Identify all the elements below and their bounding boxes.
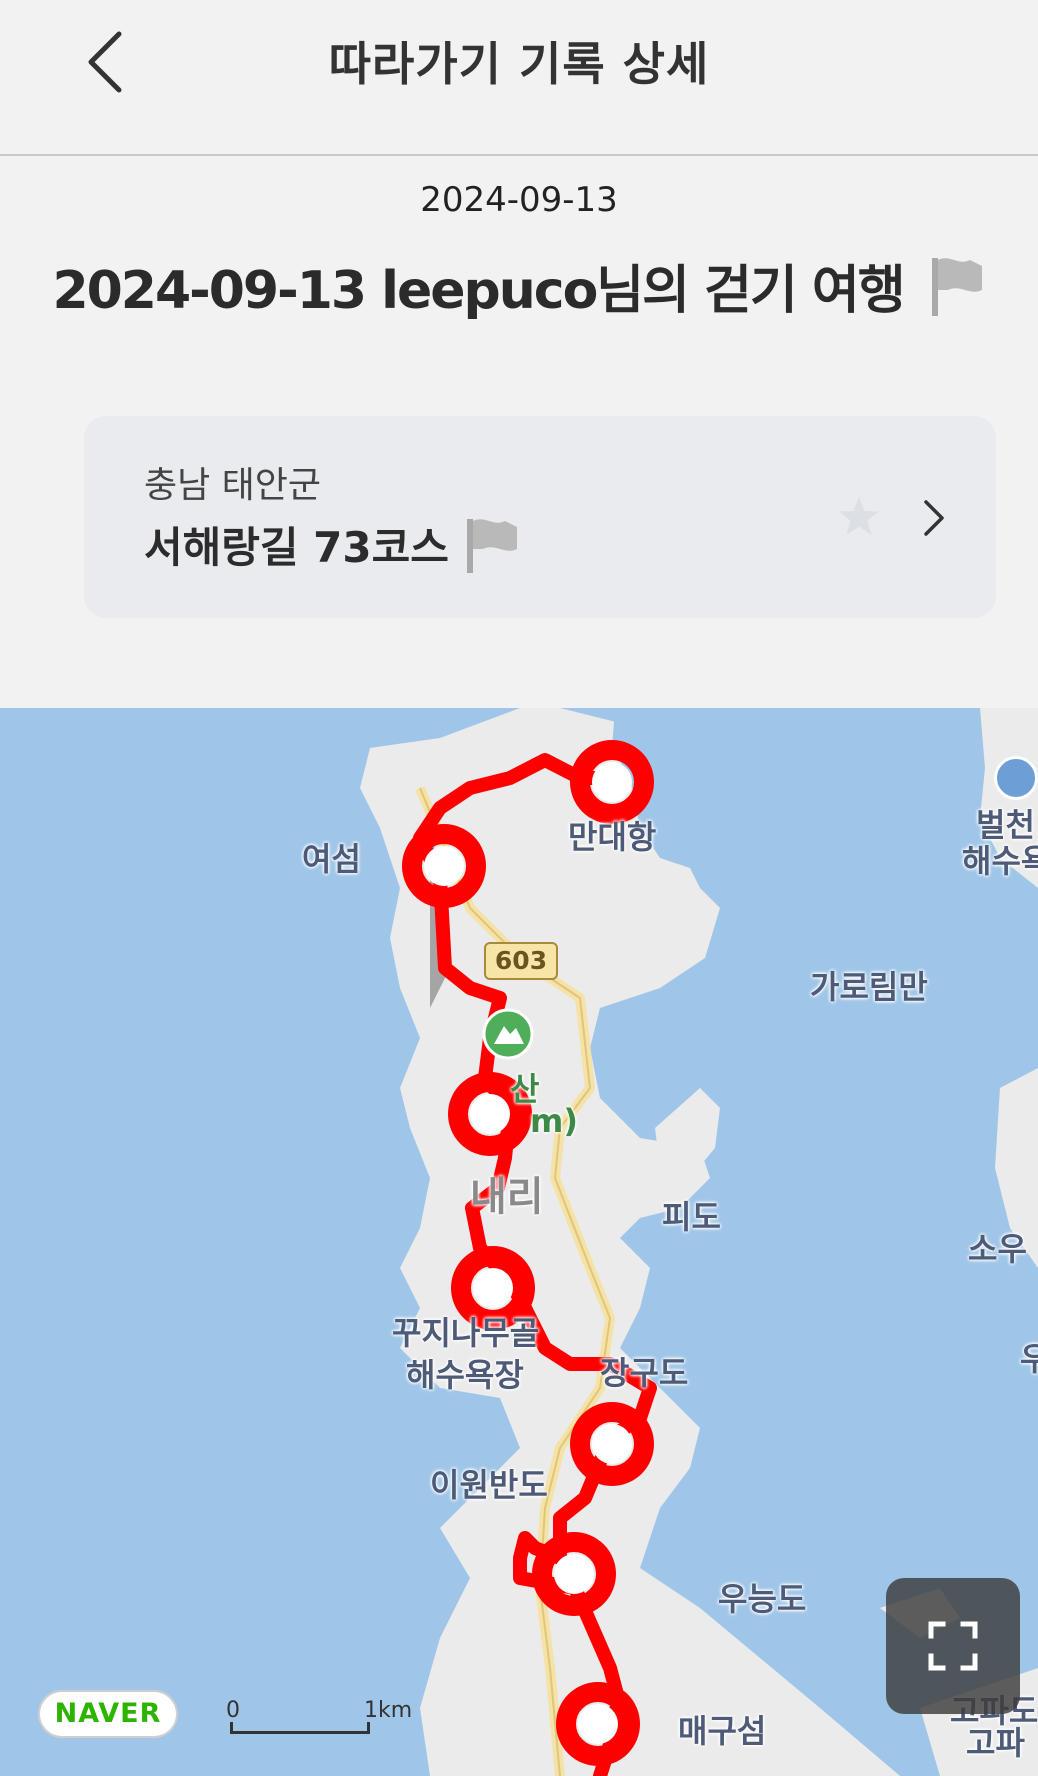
map-label-iwonbando: 이원반도	[430, 1466, 548, 1504]
beach-icon	[994, 756, 1038, 800]
app-root: 따라가기 기록 상세 2024-09-13 2024-09-13 leepuco…	[0, 0, 1038, 1776]
map-label-uneungdo: 우능도	[718, 1580, 807, 1618]
road-number-badge: 603	[484, 942, 558, 980]
record-title-row: 2024-09-13 leepuco님의 걷기 여행	[0, 248, 1038, 323]
course-name-row: 서해랑길 73코스	[144, 514, 521, 575]
top-bar: 따라가기 기록 상세	[0, 0, 1038, 156]
record-date: 2024-09-13	[420, 180, 618, 220]
course-card[interactable]: 충남 태안군 서해랑길 73코스	[84, 416, 996, 618]
map-base	[360, 708, 1038, 1776]
map-label-kkujinamu-beach: 해수욕장	[406, 1356, 524, 1394]
map-label-mallipo: 만대항	[568, 818, 657, 856]
scale-line	[230, 1722, 370, 1734]
map-label-gopado-2: 고파	[966, 1724, 1025, 1762]
fullscreen-button[interactable]	[886, 1578, 1020, 1714]
star-icon[interactable]	[836, 494, 882, 540]
record-title: 2024-09-13 leepuco님의 걷기 여행	[52, 261, 905, 321]
scale-zero-label: 0	[226, 1698, 240, 1723]
flag-icon	[931, 257, 982, 316]
fullscreen-icon	[928, 1621, 978, 1671]
naver-logo[interactable]: NAVER	[38, 1690, 178, 1738]
map-label-kkujinamu: 꾸지나무골	[392, 1314, 540, 1352]
page-title: 따라가기 기록 상세	[328, 37, 710, 91]
map-label-maeguseom: 매구섬	[678, 1712, 767, 1750]
chevron-right-icon	[924, 500, 944, 536]
map-label-janggudo: 장구도	[600, 1354, 689, 1392]
map-label-garorim: 가로림만	[810, 968, 928, 1006]
flag-icon	[466, 518, 517, 573]
map-label-pido: 피도	[662, 1198, 721, 1236]
scale-unit-label: 1km	[364, 1698, 413, 1723]
map-label-beolcheon-beach: 해수욕	[962, 842, 1038, 880]
map-label-naeri: 내리	[470, 1174, 544, 1220]
course-name: 서해랑길 73코스	[144, 523, 449, 572]
map-label-yeoseom: 여섬	[302, 840, 361, 878]
map-label-mountain-height: m)	[530, 1102, 578, 1140]
map-label-sou: 소우	[968, 1230, 1027, 1268]
map-scale-bar: 0 1km	[226, 1698, 412, 1738]
course-region: 충남 태안군	[144, 465, 322, 506]
route-map[interactable]: 여섬 만대항 벌천 해수욕 가로림만 603 산 m) 내리 피도 소우 꾸지나…	[0, 708, 1038, 1776]
map-label-u: 우	[1020, 1340, 1038, 1378]
